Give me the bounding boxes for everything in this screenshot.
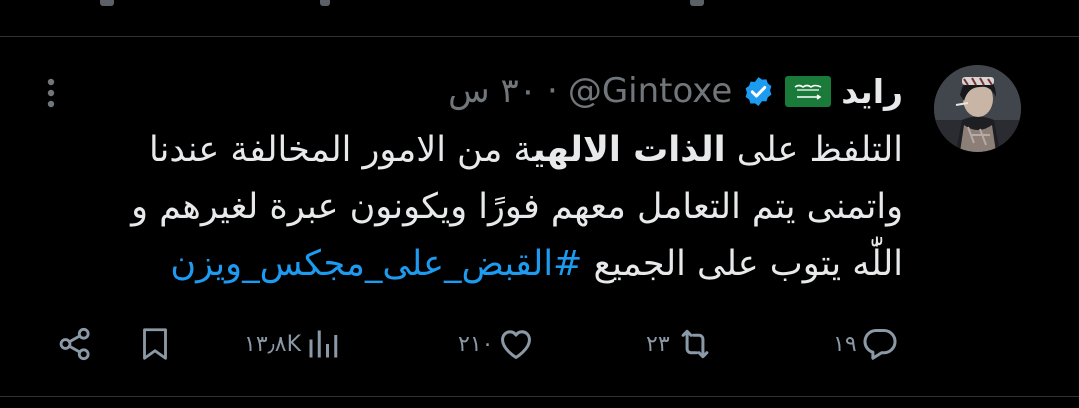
previous-tweet-remnant <box>100 0 114 6</box>
hashtag-link[interactable]: #القبض_على_مجكس_ويزن <box>170 244 582 284</box>
verified-badge-icon[interactable] <box>742 75 775 108</box>
views-button[interactable]: ١٣٫٨K <box>244 324 341 364</box>
previous-tweet-remnant <box>690 0 704 6</box>
views-count: ١٣٫٨K <box>244 331 302 357</box>
avatar[interactable] <box>934 65 1021 152</box>
text-segment: التلفظ على <box>725 130 903 170</box>
replies-count: ١٩ <box>833 331 857 357</box>
bookmark-icon <box>143 328 167 360</box>
reposts-count: ٢٣ <box>646 331 670 357</box>
like-button[interactable]: ٢١٠ <box>458 324 535 364</box>
bookmark-button[interactable] <box>137 324 173 364</box>
bold-text: الذات الالهي <box>532 130 726 170</box>
saudi-flag-icon <box>785 75 832 107</box>
share-button[interactable] <box>56 324 94 364</box>
reply-button[interactable]: ١٩ <box>833 324 899 364</box>
user-handle[interactable]: @Gintoxe <box>568 71 732 111</box>
likes-count: ٢١٠ <box>458 331 494 357</box>
tweet-text: التلفظ على الذات الالهية من الامور المخا… <box>63 122 903 293</box>
divider <box>0 396 1079 397</box>
tweet-text-line: التلفظ على الذات الالهية من الامور المخا… <box>63 122 903 179</box>
like-icon <box>501 330 532 359</box>
repost-icon <box>681 329 709 359</box>
repost-button[interactable]: ٢٣ <box>646 324 716 364</box>
timestamp[interactable]: ٣٠ س <box>448 71 537 111</box>
tweet-header: رايد @Gintoxe · ٣٠ س <box>448 70 903 112</box>
tweet[interactable]: رايد @Gintoxe · ٣٠ س التلفظ على الذات ال… <box>0 37 1079 396</box>
reply-icon <box>863 329 897 360</box>
text-segment: اللّٰه يتوب على الجميع <box>582 244 904 284</box>
views-icon <box>309 330 338 358</box>
tweet-text-line: واتمنى يتم التعامل معهم فورًا ويكونون عب… <box>131 187 903 227</box>
display-name[interactable]: رايد <box>841 72 903 111</box>
tweet-text-line: اللّٰه يتوب على الجميع #القبض_على_مجكس_و… <box>63 236 903 293</box>
text-segment: ة من الامور المخالفة عندنا <box>149 130 533 170</box>
share-icon <box>59 327 90 361</box>
previous-tweet-remnant <box>320 0 330 6</box>
separator-dot: · <box>547 71 558 111</box>
more-options-icon[interactable] <box>44 75 58 125</box>
